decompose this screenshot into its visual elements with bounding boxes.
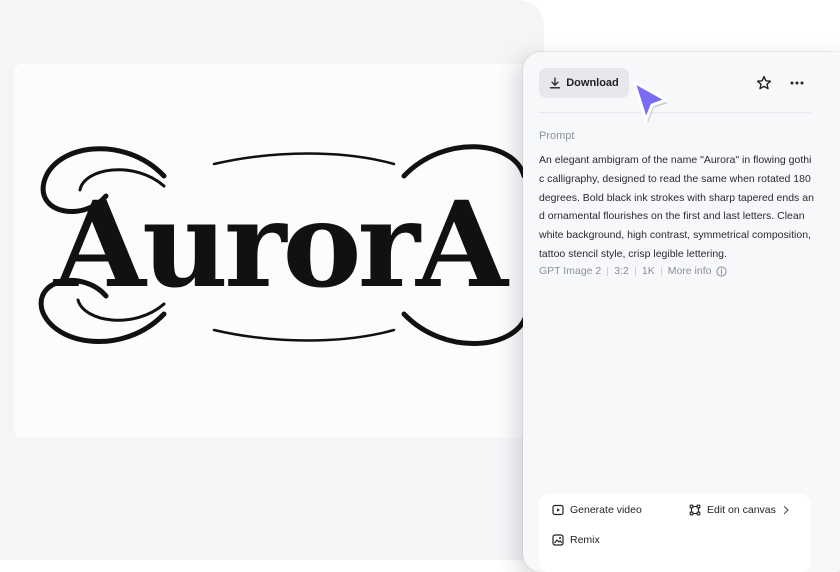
remix-button[interactable]: Remix — [552, 534, 600, 546]
info-icon[interactable] — [715, 265, 727, 277]
generated-image[interactable]: AurorA — [14, 64, 544, 438]
prompt-label: Prompt — [539, 130, 575, 142]
edit-on-canvas-button[interactable]: Edit on canvas — [689, 504, 790, 516]
meta-separator — [607, 266, 609, 276]
meta-resolution: 1K — [641, 265, 655, 277]
meta-separator — [660, 266, 662, 276]
details-panel: Download Prompt An elegant ambigram of t… — [523, 52, 840, 572]
star-icon[interactable] — [756, 75, 772, 91]
video-icon — [552, 504, 564, 516]
meta-model: GPT Image 2 — [539, 265, 602, 277]
actions-box: Generate video Edit on canvas Remix — [539, 494, 811, 572]
image-meta: GPT Image 2 3:2 1K More info — [539, 265, 727, 277]
divider — [539, 112, 811, 113]
meta-ratio: 3:2 — [614, 265, 629, 277]
edit-on-canvas-label: Edit on canvas — [707, 504, 776, 516]
remix-label: Remix — [570, 534, 600, 546]
ambigram-text: AurorA — [53, 175, 509, 314]
meta-separator — [634, 266, 636, 276]
more-info-link[interactable]: More info — [668, 265, 712, 277]
download-icon — [550, 77, 561, 89]
download-label: Download — [566, 77, 619, 89]
canvas-icon — [689, 504, 701, 516]
download-button[interactable]: Download — [539, 68, 629, 98]
generate-video-button[interactable]: Generate video — [552, 504, 642, 516]
ambigram-artwork: AurorA — [38, 144, 529, 346]
prompt-text: An elegant ambigram of the name "Aurora"… — [539, 154, 814, 260]
chevron-right-icon — [783, 505, 789, 515]
generate-video-label: Generate video — [570, 504, 642, 516]
remix-icon — [552, 534, 564, 546]
more-options-icon[interactable] — [789, 75, 805, 91]
cursor-pointer-icon — [632, 80, 668, 123]
